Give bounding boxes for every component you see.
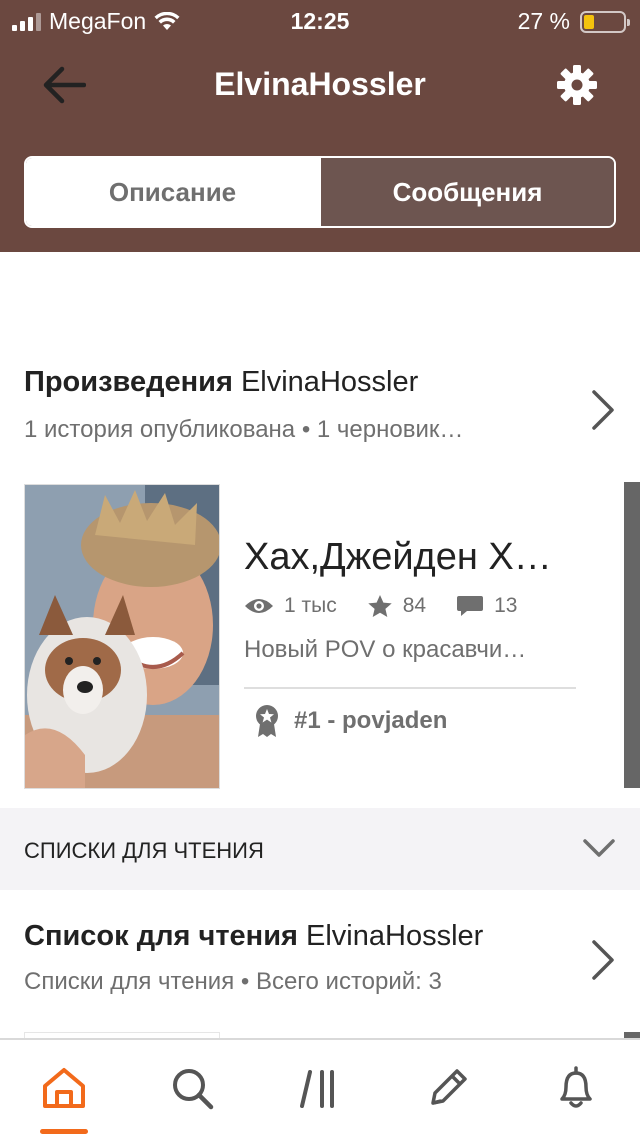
tab-write[interactable] bbox=[384, 1040, 512, 1136]
works-title-name: ElvinaHossler bbox=[240, 366, 419, 398]
star-icon bbox=[368, 595, 392, 617]
settings-button[interactable] bbox=[552, 60, 602, 110]
chevron-down-icon bbox=[583, 839, 615, 857]
tab-home[interactable] bbox=[0, 1040, 128, 1136]
views-stat: 1 тыс bbox=[244, 594, 337, 618]
pencil-icon bbox=[431, 1069, 467, 1105]
search-icon bbox=[173, 1069, 214, 1110]
tab-notifications[interactable] bbox=[512, 1040, 640, 1136]
profile-tabs: Описание Сообщения bbox=[24, 156, 616, 228]
reading-list-subtitle: Списки для чтения • Всего историй: 3 bbox=[24, 968, 442, 995]
status-right: 27 % bbox=[517, 8, 630, 35]
active-tab-indicator bbox=[40, 1129, 88, 1134]
works-title-label: Произведения bbox=[24, 366, 233, 398]
page-title: ElvinaHossler bbox=[214, 66, 426, 102]
tab-search[interactable] bbox=[128, 1040, 256, 1136]
gear-icon bbox=[557, 65, 597, 105]
cover-image bbox=[25, 485, 219, 788]
scrollbar[interactable] bbox=[624, 482, 640, 788]
reading-list-title: Список для чтения ElvinaHossler bbox=[24, 920, 483, 953]
works-subtitle: 1 история опубликована • 1 черновик… bbox=[24, 416, 464, 443]
status-bar: MegaFon 12:25 27 % bbox=[0, 0, 640, 40]
comment-icon bbox=[457, 596, 484, 616]
tab-messages[interactable]: Сообщения bbox=[319, 158, 614, 226]
votes-stat: 84 bbox=[367, 594, 426, 618]
bottom-tab-bar bbox=[0, 1038, 640, 1136]
bell-icon bbox=[560, 1066, 592, 1108]
eye-icon bbox=[245, 599, 273, 613]
profile-header: ElvinaHossler Описание Сообщения bbox=[0, 40, 640, 252]
reading-list-title-label: Список для чтения bbox=[24, 920, 298, 952]
story-stats: 1 тыс 84 13 bbox=[244, 594, 547, 618]
divider bbox=[244, 687, 576, 689]
reading-list-row[interactable]: Список для чтения ElvinaHossler Списки д… bbox=[0, 890, 640, 1030]
story-title[interactable]: Хах,Джейден Х… bbox=[244, 536, 574, 579]
tab-description[interactable]: Описание bbox=[26, 158, 319, 226]
home-icon bbox=[43, 1068, 85, 1108]
story-rank[interactable]: #1 - povjaden bbox=[254, 704, 447, 738]
battery-icon bbox=[580, 10, 630, 33]
story-cover[interactable] bbox=[24, 484, 220, 789]
works-title: Произведения ElvinaHossler bbox=[24, 366, 418, 399]
comments-count: 13 bbox=[494, 594, 518, 617]
library-icon bbox=[300, 1070, 334, 1108]
rank-label: #1 - povjaden bbox=[294, 707, 448, 734]
tab-library[interactable] bbox=[256, 1040, 384, 1136]
reading-lists-header[interactable]: СПИСКИ ДЛЯ ЧТЕНИЯ bbox=[0, 808, 640, 890]
battery-percent: 27 % bbox=[517, 8, 570, 34]
reading-lists-label: СПИСКИ ДЛЯ ЧТЕНИЯ bbox=[24, 838, 264, 863]
views-count: 1 тыс bbox=[284, 594, 337, 617]
reading-list-title-name: ElvinaHossler bbox=[306, 920, 484, 952]
story-description: Новый POV о красавчи… bbox=[244, 636, 527, 663]
works-row[interactable]: Произведения ElvinaHossler 1 история опу… bbox=[0, 352, 640, 472]
chevron-right-icon bbox=[592, 940, 614, 980]
ranking-badge-icon bbox=[256, 705, 278, 737]
chevron-right-icon bbox=[592, 390, 614, 430]
battery-fill bbox=[584, 14, 595, 29]
votes-count: 84 bbox=[402, 594, 427, 617]
story-card[interactable]: Хах,Джейден Х… 1 тыс 84 13 Новый POV о к… bbox=[0, 482, 640, 792]
comments-stat: 13 bbox=[456, 594, 517, 618]
